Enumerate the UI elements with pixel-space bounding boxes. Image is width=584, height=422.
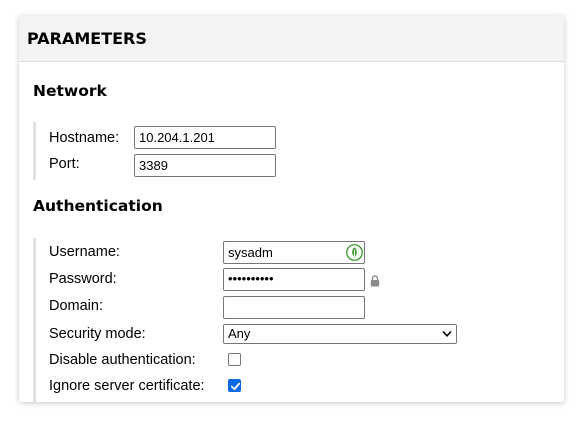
network-section-title: Network [33, 82, 107, 100]
security-mode-label: Security mode: [49, 326, 146, 342]
password-field[interactable]: •••••••••• [223, 268, 365, 291]
password-label: Password: [49, 271, 117, 287]
checkmark-icon [230, 382, 241, 390]
ignore-cert-row: Ignore server certificate: [49, 374, 205, 398]
domain-row: Domain: [49, 294, 103, 318]
password-manager-icon[interactable] [346, 244, 363, 261]
hostname-input[interactable] [139, 127, 271, 148]
port-input[interactable] [139, 155, 271, 176]
network-group: Hostname: Port: [33, 122, 556, 180]
authentication-section-title: Authentication [33, 197, 163, 215]
domain-field[interactable] [223, 296, 365, 319]
parameters-panel: PARAMETERS Network Hostname: Port: Authe… [19, 16, 564, 402]
panel-title: PARAMETERS [27, 29, 147, 48]
username-row: Username: [49, 240, 120, 264]
username-input[interactable] [228, 242, 342, 263]
security-mode-select[interactable]: Any [223, 324, 457, 344]
domain-input[interactable] [228, 297, 360, 318]
port-row: Port: [49, 152, 80, 176]
username-field[interactable] [223, 241, 365, 264]
ignore-cert-checkbox[interactable] [228, 379, 241, 392]
authentication-group: Username: Password: •••••••••• Domain: [33, 238, 556, 402]
lock-icon [370, 275, 380, 287]
hostname-row: Hostname: [49, 126, 119, 150]
ignore-cert-label: Ignore server certificate: [49, 378, 205, 394]
password-row: Password: [49, 267, 117, 291]
hostname-field[interactable] [134, 126, 276, 149]
security-mode-value: Any [228, 326, 251, 341]
username-label: Username: [49, 244, 120, 260]
disable-auth-label: Disable authentication: [49, 352, 196, 368]
hostname-label: Hostname: [49, 130, 120, 146]
domain-label: Domain: [49, 298, 103, 314]
disable-auth-row: Disable authentication: [49, 348, 196, 372]
port-field[interactable] [134, 154, 276, 177]
password-value[interactable]: •••••••••• [228, 271, 274, 286]
panel-header: PARAMETERS [19, 16, 564, 62]
port-label: Port: [49, 156, 80, 172]
chevron-down-icon [442, 330, 452, 337]
security-mode-row: Security mode: [49, 322, 146, 346]
disable-auth-checkbox[interactable] [228, 353, 241, 366]
